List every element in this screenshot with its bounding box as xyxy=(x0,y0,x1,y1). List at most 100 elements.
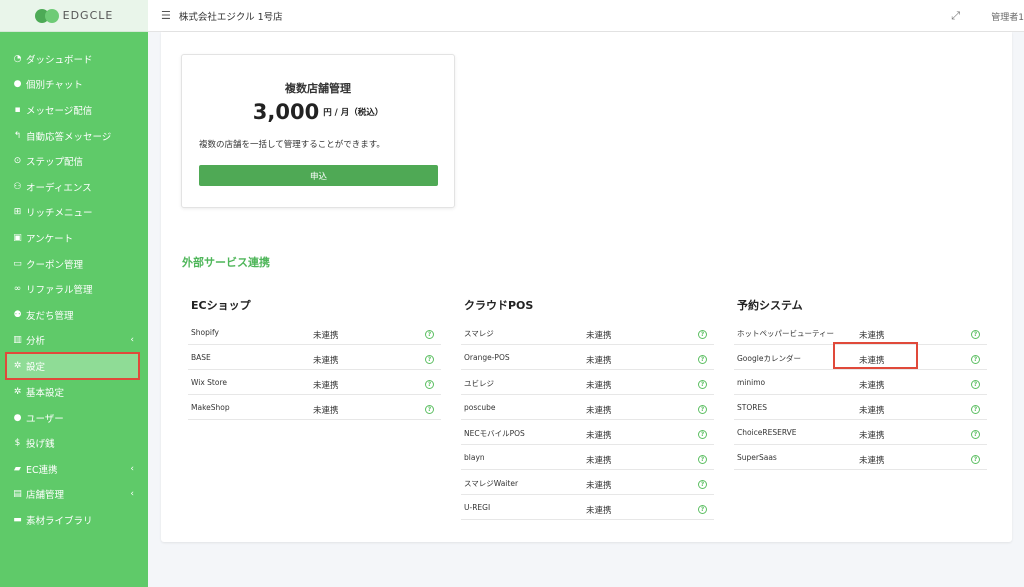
help-icon[interactable]: ? xyxy=(971,405,980,414)
help-icon[interactable]: ? xyxy=(698,505,707,514)
sidebar-item-referral[interactable]: ∞ リファラル管理 xyxy=(0,276,148,302)
sidebar-item-label: 個別チャット xyxy=(26,80,83,92)
service-row: BASE 未連携? xyxy=(188,345,441,370)
link-icon: ∞ xyxy=(13,284,22,295)
service-name: スマレジWaiter xyxy=(464,479,519,488)
sidebar-nav: ◔ ダッシュボード ● 個別チャット ▪ メッセージ配信 ↰ 自動応答メッセージ ⊙ ステ… xyxy=(0,32,148,533)
sidebar-item-label: EC連携 xyxy=(26,464,58,476)
main-content: 複数店舗管理 3,000 円 / 月（税込） 複数の店舗を一括して管理することがで… xyxy=(161,32,1012,542)
sidebar-item-label: クーポン管理 xyxy=(26,259,84,271)
plan-description: 複数の店舗を一括して管理することができます。 xyxy=(199,140,385,150)
gear-icon: ✲ xyxy=(13,386,22,397)
service-name: poscube xyxy=(464,403,496,412)
user-icon: ● xyxy=(13,412,22,423)
sidebar-item-label: 自動応答メッセージ xyxy=(26,131,112,143)
service-row: Shopify 未連携? xyxy=(188,320,441,345)
help-icon[interactable]: ? xyxy=(425,405,434,414)
service-status: 未連携 xyxy=(586,456,612,466)
service-row: SuperSaas 未連携? xyxy=(734,445,987,470)
service-status: 未連携 xyxy=(859,381,885,391)
service-row: blayn 未連携? xyxy=(461,445,714,470)
service-status: 未連携 xyxy=(586,381,612,391)
sidebar: EDGCLE ◔ ダッシュボード ● 個別チャット ▪ メッセージ配信 ↰ 自動応答メッ… xyxy=(0,0,148,587)
sidebar-item-audience[interactable]: ⚇ オーディエンス xyxy=(0,174,148,200)
reply-icon: ↰ xyxy=(13,130,22,141)
sidebar-item-tips[interactable]: $ 投げ銭 xyxy=(0,430,148,456)
plan-title: 複数店舗管理 xyxy=(285,82,351,95)
sidebar-item-message[interactable]: ▪ メッセージ配信 xyxy=(0,97,148,123)
help-icon[interactable]: ? xyxy=(971,330,980,339)
sidebar-item-survey[interactable]: ▣ アンケート xyxy=(0,225,148,251)
column-title: ECショップ xyxy=(191,299,251,312)
sidebar-item-users[interactable]: ● ユーザー xyxy=(0,405,148,431)
sidebar-item-step[interactable]: ⊙ ステップ配信 xyxy=(0,148,148,174)
sidebar-item-ec[interactable]: ▰ EC連携 ‹ xyxy=(0,456,148,482)
sidebar-item-coupon[interactable]: ▭ クーポン管理 xyxy=(0,251,148,277)
sidebar-item-label: リッチメニュー xyxy=(26,208,93,220)
service-status: 未連携 xyxy=(586,331,612,341)
sidebar-item-label: 分析 xyxy=(26,336,46,348)
brand-logo[interactable]: EDGCLE xyxy=(0,0,148,32)
brand-name: EDGCLE xyxy=(62,9,114,22)
service-row: スマレジ 未連携? xyxy=(461,320,714,345)
google-calendar-status-highlight-box xyxy=(833,342,918,369)
folder-icon: ▬ xyxy=(13,514,22,525)
apply-button[interactable]: 申込 xyxy=(199,165,438,186)
sidebar-item-dashboard[interactable]: ◔ ダッシュボード xyxy=(0,46,148,72)
bag-icon: ▰ xyxy=(14,463,21,474)
help-icon[interactable]: ? xyxy=(698,480,707,489)
menu-icon[interactable]: ☰ xyxy=(161,9,171,22)
sidebar-item-store[interactable]: ▤ 店舗管理 ‹ xyxy=(0,482,148,508)
column-title: クラウドPOS xyxy=(464,299,534,312)
sidebar-item-label: ステップ配信 xyxy=(26,157,84,169)
service-status: 未連携 xyxy=(313,381,339,391)
friends-icon: ⚉ xyxy=(13,309,22,320)
help-icon[interactable]: ? xyxy=(698,330,707,339)
settings-highlight-box xyxy=(5,352,140,380)
service-status: 未連携 xyxy=(859,331,885,341)
help-icon[interactable]: ? xyxy=(971,380,980,389)
help-icon[interactable]: ? xyxy=(698,430,707,439)
help-icon[interactable]: ? xyxy=(425,380,434,389)
user-menu[interactable]: 管理者1 xyxy=(991,10,1024,23)
sidebar-item-library[interactable]: ▬ 素材ライブラリ xyxy=(0,507,148,533)
cloud-pos-column: クラウドPOS スマレジ 未連携? Orange-POS 未連携? ユビレジ 未連携?… xyxy=(461,297,714,520)
sidebar-item-friends[interactable]: ⚉ 友だち管理 xyxy=(0,302,148,328)
sidebar-item-basic-settings[interactable]: ✲ 基本設定 xyxy=(0,379,148,405)
service-name: Shopify xyxy=(191,328,219,337)
help-icon[interactable]: ? xyxy=(971,455,980,464)
dashboard-icon: ◔ xyxy=(13,53,22,64)
service-status: 未連携 xyxy=(586,406,612,416)
help-icon[interactable]: ? xyxy=(698,405,707,414)
chevron-left-icon: ‹ xyxy=(130,463,134,474)
help-icon[interactable]: ? xyxy=(698,355,707,364)
sidebar-item-label: 投げ銭 xyxy=(26,439,55,451)
help-icon[interactable]: ? xyxy=(698,455,707,464)
topbar: ☰ 株式会社エジクル 1号店 ⤢ 管理者1 xyxy=(148,0,1024,32)
sidebar-item-chat[interactable]: ● 個別チャット xyxy=(0,72,148,98)
service-name: SuperSaas xyxy=(737,453,777,462)
help-icon[interactable]: ? xyxy=(971,355,980,364)
help-icon[interactable]: ? xyxy=(971,430,980,439)
help-icon[interactable]: ? xyxy=(425,355,434,364)
users-icon: ⚇ xyxy=(13,181,22,192)
play-icon: ⊙ xyxy=(13,156,22,167)
help-icon[interactable]: ? xyxy=(698,380,707,389)
service-name: MakeShop xyxy=(191,403,230,412)
service-status: 未連携 xyxy=(586,356,612,366)
service-row: Orange-POS 未連携? xyxy=(461,345,714,370)
sidebar-item-label: 基本設定 xyxy=(26,387,65,399)
sidebar-item-label: メッセージ配信 xyxy=(26,105,93,117)
help-icon[interactable]: ? xyxy=(425,330,434,339)
sidebar-item-richmenu[interactable]: ⊞ リッチメニュー xyxy=(0,200,148,226)
service-row: STORES 未連携? xyxy=(734,395,987,420)
sidebar-item-analytics[interactable]: ▥ 分析 ‹ xyxy=(0,328,148,354)
service-name: ユビレジ xyxy=(464,379,494,388)
service-status: 未連携 xyxy=(859,431,885,441)
service-status: 未連携 xyxy=(313,356,339,366)
service-row: スマレジWaiter 未連携? xyxy=(461,470,714,495)
service-status: 未連携 xyxy=(586,506,612,516)
sidebar-item-auto-reply[interactable]: ↰ 自動応答メッセージ xyxy=(0,123,148,149)
chat-icon: ● xyxy=(13,79,22,90)
fullscreen-icon[interactable]: ⤢ xyxy=(951,9,960,23)
